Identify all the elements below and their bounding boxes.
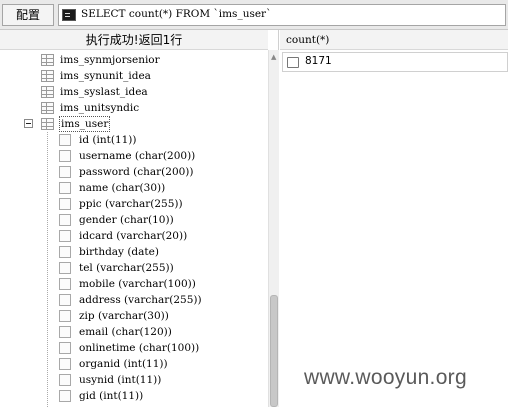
column-label: name (char(30)) <box>79 182 166 194</box>
watermark: www.wooyun.org <box>304 366 467 389</box>
column-label: username (char(200)) <box>79 150 196 162</box>
column-label: password (char(200)) <box>79 166 194 178</box>
column-icon <box>59 310 71 322</box>
column-item[interactable]: email (char(120)) <box>0 324 268 340</box>
column-icon <box>59 262 71 274</box>
column-item[interactable]: onlinetime (char(100)) <box>0 340 268 356</box>
column-item[interactable]: password (char(200)) <box>0 164 268 180</box>
column-icon <box>59 342 71 354</box>
scroll-up-arrow-icon[interactable]: ▲ <box>271 53 276 61</box>
column-item[interactable]: usynid (int(11)) <box>0 372 268 388</box>
column-label: mobile (varchar(100)) <box>79 278 196 290</box>
sql-query-text: SELECT count(*) FROM `ims_user` <box>81 8 272 20</box>
column-label: tel (varchar(255)) <box>79 262 174 274</box>
collapse-icon[interactable] <box>24 119 33 128</box>
column-label: idcard (varchar(20)) <box>79 230 188 242</box>
result-value: 8171 <box>305 55 332 67</box>
column-item[interactable]: ppic (varchar(255)) <box>0 196 268 212</box>
table-item[interactable]: ims_synmjorsenior <box>0 52 268 68</box>
table-item[interactable]: ims_unitsyndic <box>0 100 268 116</box>
table-item[interactable]: ims_syslast_idea <box>0 84 268 100</box>
results-pane: count(*) 8171 <box>280 30 508 407</box>
terminal-icon <box>62 9 76 21</box>
column-item[interactable]: id (int(11)) <box>0 132 268 148</box>
schema-pane: 执行成功!返回1行 ims_synmjorsenior ims_synunit_i… <box>0 30 279 407</box>
column-icon <box>59 390 71 402</box>
column-icon <box>59 326 71 338</box>
column-item[interactable]: address (varchar(255)) <box>0 292 268 308</box>
column-label: gender (char(10)) <box>79 214 174 226</box>
sql-query-input[interactable]: SELECT count(*) FROM `ims_user` <box>58 4 506 26</box>
table-label: ims_unitsyndic <box>60 102 140 114</box>
column-label: address (varchar(255)) <box>79 294 202 306</box>
table-icon <box>41 70 54 82</box>
column-label: ppic (varchar(255)) <box>79 198 183 210</box>
scroll-thumb[interactable] <box>270 295 278 407</box>
column-item[interactable]: idcard (varchar(20)) <box>0 228 268 244</box>
column-item[interactable]: birthday (date) <box>0 244 268 260</box>
config-button[interactable]: 配置 <box>2 4 54 26</box>
column-icon <box>59 358 71 370</box>
table-icon <box>41 86 54 98</box>
column-icon <box>59 230 71 242</box>
column-label: birthday (date) <box>79 246 159 258</box>
column-icon <box>59 246 71 258</box>
result-column-header[interactable]: count(*) <box>280 30 508 50</box>
column-label: onlinetime (char(100)) <box>79 342 200 354</box>
table-icon <box>41 54 54 66</box>
column-item[interactable]: mobile (varchar(100)) <box>0 276 268 292</box>
table-label: ims_syslast_idea <box>60 86 148 98</box>
table-icon <box>41 102 54 114</box>
column-label: usynid (int(11)) <box>79 374 162 386</box>
execution-status: 执行成功!返回1行 <box>0 30 268 50</box>
column-icon <box>59 374 71 386</box>
column-item[interactable]: gender (char(10)) <box>0 212 268 228</box>
column-item[interactable]: username (char(200)) <box>0 148 268 164</box>
column-icon <box>59 134 71 146</box>
column-icon <box>59 198 71 210</box>
table-icon <box>41 118 54 130</box>
column-icon <box>59 166 71 178</box>
table-item[interactable]: ims_synunit_idea <box>0 68 268 84</box>
schema-tree: ims_synmjorsenior ims_synunit_idea ims_sys… <box>0 50 268 407</box>
column-item[interactable]: tel (varchar(255)) <box>0 260 268 276</box>
table-label: ims_user <box>59 116 111 132</box>
table-label: ims_synunit_idea <box>60 70 151 82</box>
column-item[interactable]: name (char(30)) <box>0 180 268 196</box>
column-icon <box>59 182 71 194</box>
column-item[interactable]: zip (varchar(30)) <box>0 308 268 324</box>
table-label: ims_synmjorsenior <box>60 54 160 66</box>
result-row[interactable]: 8171 <box>282 52 508 72</box>
column-icon <box>59 214 71 226</box>
table-item-expanded[interactable]: ims_user <box>0 116 268 132</box>
column-icon <box>59 294 71 306</box>
column-label: zip (varchar(30)) <box>79 310 169 322</box>
query-toolbar: 配置 SELECT count(*) FROM `ims_user` <box>0 0 508 30</box>
column-item[interactable]: organid (int(11)) <box>0 356 268 372</box>
tree-scrollbar[interactable]: ▲ <box>268 50 279 407</box>
column-icon <box>59 278 71 290</box>
column-icon <box>59 150 71 162</box>
column-label: gid (int(11)) <box>79 390 144 402</box>
cell-checkbox-icon <box>287 57 299 68</box>
column-item[interactable]: gid (int(11)) <box>0 388 268 404</box>
column-label: email (char(120)) <box>79 326 172 338</box>
column-label: id (int(11)) <box>79 134 137 146</box>
column-label: organid (int(11)) <box>79 358 168 370</box>
